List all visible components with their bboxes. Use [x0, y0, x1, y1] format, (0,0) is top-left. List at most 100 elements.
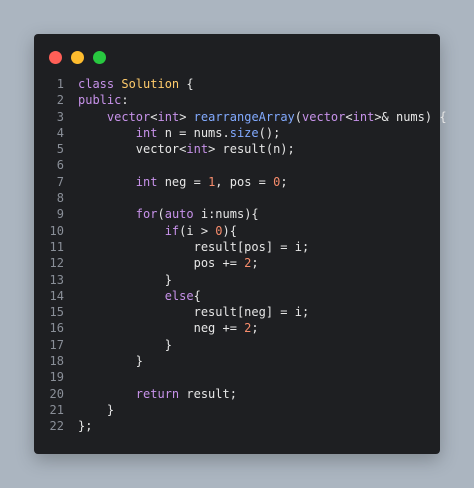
code-token: , pos = [215, 174, 274, 189]
code-text: public: [78, 92, 129, 108]
code-text: neg += 2; [78, 320, 259, 336]
code-token: n = nums. [157, 125, 230, 140]
line-number: 1 [56, 77, 64, 91]
code-text: if(i > 0){ [78, 223, 237, 239]
code-token: : [121, 93, 129, 108]
code-token: ){ [222, 223, 237, 238]
code-token: vector [106, 109, 151, 124]
code-line: 13 } [34, 272, 440, 288]
code-line: 2 public: [34, 92, 440, 108]
code-token: < [150, 109, 158, 124]
line-number: 16 [49, 321, 64, 336]
code-text: for(auto i:nums){ [78, 206, 259, 222]
code-line: 5 vector<int> result(n); [34, 141, 440, 157]
line-number: 14 [49, 288, 64, 303]
code-text: else{ [78, 288, 201, 304]
code-token: } [78, 354, 144, 369]
code-line: 17 } [34, 337, 440, 353]
code-text: } [78, 337, 172, 353]
line-number: 9 [56, 207, 64, 222]
code-window: 1 class Solution {2 public: 3 vector<int> r… [34, 34, 447, 454]
code-token: >& nums) { [374, 109, 447, 124]
code-line: 12 pos += 2; [34, 255, 440, 271]
code-token: neg = [157, 174, 209, 189]
line-number: 15 [49, 305, 64, 320]
line-number: 20 [49, 386, 64, 401]
code-token: < [345, 109, 353, 124]
line-number: 8 [56, 191, 64, 206]
code-token: ( [157, 207, 165, 222]
code-token: return [135, 386, 180, 401]
line-number: 7 [56, 174, 64, 189]
code-line: 10 if(i > 0){ [34, 223, 440, 239]
code-token: (); [258, 125, 281, 140]
code-line: 11 result[pos] = i; [34, 239, 440, 255]
code-editor: 1 class Solution {2 public: 3 vector<int> r… [34, 76, 447, 435]
code-text: } [78, 353, 143, 369]
code-token: } [78, 337, 172, 352]
close-icon[interactable] [49, 51, 62, 64]
code-text: pos += 2; [78, 255, 259, 271]
code-token: auto [164, 207, 194, 222]
code-token: vector [302, 109, 346, 124]
line-number: 19 [49, 370, 64, 385]
code-text: return result; [78, 386, 237, 402]
line-number: 17 [49, 337, 64, 352]
code-text: result[pos] = i; [78, 239, 310, 255]
code-token: if [164, 223, 180, 238]
code-text: vector<int> result(n); [78, 141, 295, 157]
code-token: result; [179, 386, 237, 401]
minimize-icon[interactable] [71, 51, 84, 64]
code-line: 14 else{ [34, 288, 440, 304]
line-number: 21 [49, 402, 64, 417]
code-line: 18 } [34, 353, 440, 369]
code-token: int [157, 109, 180, 124]
code-line: 7 int neg = 1, pos = 0; [34, 174, 440, 190]
code-token: (i > [179, 223, 216, 238]
code-text: class Solution { [78, 76, 194, 92]
code-token: result[pos] = i; [78, 239, 310, 254]
code-token: public [78, 93, 122, 108]
code-text: int n = nums.size(); [78, 125, 281, 141]
code-line: 9 for(auto i:nums){ [34, 206, 440, 222]
code-line: 21 } [34, 402, 440, 418]
code-token: size [229, 125, 259, 140]
code-token: > result(n); [208, 142, 295, 157]
code-token: { [179, 77, 194, 91]
code-line: 16 neg += 2; [34, 320, 440, 336]
line-number: 18 [49, 354, 64, 369]
maximize-icon[interactable] [93, 51, 106, 64]
code-line: 6 [34, 157, 440, 173]
code-token: class [78, 77, 115, 91]
code-token: int [135, 174, 158, 189]
code-token: vector< [78, 142, 187, 157]
line-number: 3 [56, 109, 64, 124]
code-line: 4 int n = nums.size(); [34, 125, 440, 141]
line-number: 5 [56, 142, 64, 157]
code-line: 8 [34, 190, 440, 206]
code-token: int [352, 109, 375, 124]
code-token: { [193, 288, 201, 303]
code-line: 22}; [34, 418, 440, 434]
code-token: else [164, 288, 194, 303]
code-token: > [179, 109, 194, 124]
code-token: i:nums){ [193, 207, 259, 222]
code-text: vector<int> rearrangeArray(vector<int>& … [78, 109, 447, 125]
line-number: 2 [56, 93, 64, 108]
code-token: neg += [78, 321, 245, 336]
code-token: int [186, 142, 209, 157]
code-text: int neg = 1, pos = 0; [78, 174, 288, 190]
code-token: Solution [121, 77, 180, 91]
code-token: } [78, 402, 115, 417]
code-token: for [135, 207, 158, 222]
code-text: } [78, 402, 114, 418]
code-token: ; [280, 174, 288, 189]
code-line: 3 vector<int> rearrangeArray(vector<int>… [34, 109, 447, 125]
code-text: result[neg] = i; [78, 304, 310, 320]
code-token: ( [294, 109, 303, 124]
